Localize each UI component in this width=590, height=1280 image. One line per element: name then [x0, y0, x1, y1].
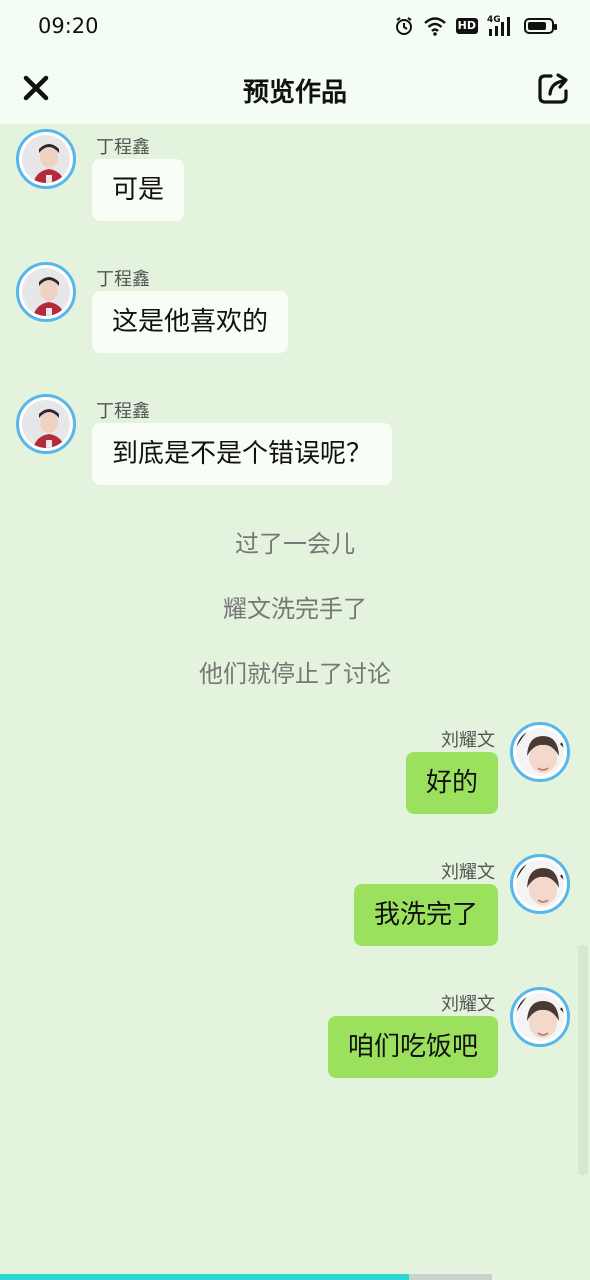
message-bubble[interactable]: 这是他喜欢的 [92, 291, 289, 353]
avatar-liuyaowen[interactable] [510, 854, 570, 914]
status-bar: 09:20 HD 4G [0, 0, 590, 52]
share-button[interactable] [536, 70, 572, 106]
sender-name: 丁程鑫 [96, 269, 150, 290]
avatar-dingchengxin[interactable] [16, 262, 76, 322]
message-bubble[interactable]: 我洗完了 [353, 884, 498, 946]
alarm-icon [395, 17, 412, 35]
avatar-liuyaowen[interactable] [510, 722, 570, 782]
avatar-image [516, 728, 564, 776]
wifi-icon [423, 17, 446, 36]
progress-remaining [409, 1274, 492, 1280]
sender-name: 丁程鑫 [96, 137, 150, 158]
sender-name: 丁程鑫 [96, 401, 150, 422]
narration-text: 耀文洗完手了 [223, 595, 367, 623]
message-bubble[interactable]: 到底是不是个错误呢？ [92, 423, 393, 485]
avatar-image [516, 860, 564, 908]
progress-bar [0, 1272, 590, 1280]
battery-icon [524, 18, 557, 34]
message-bubble[interactable]: 好的 [405, 752, 498, 814]
sender-name: 刘耀文 [441, 730, 495, 751]
avatar-image [22, 268, 70, 316]
status-icons: HD 4G [394, 15, 557, 37]
sender-name: 刘耀文 [441, 994, 495, 1015]
status-time: 09:20 [38, 14, 99, 38]
hd-icon: HD [455, 18, 478, 34]
scrollbar[interactable] [578, 945, 588, 1175]
chat-area[interactable]: 丁程鑫 可是 丁程鑫 这是他喜欢的 丁程鑫 到底是不是个错误呢？ 过了一会儿 耀… [0, 124, 590, 1272]
page-title: 预览作品 [242, 78, 347, 108]
avatar-liuyaowen[interactable] [510, 987, 570, 1047]
message-bubble[interactable]: 可是 [92, 159, 185, 221]
avatar-image [516, 993, 564, 1041]
share-icon [538, 73, 568, 104]
avatar-dingchengxin[interactable] [16, 394, 76, 454]
signal-icon: 4G [487, 15, 515, 37]
top-bar: 预览作品 [0, 52, 590, 124]
sender-name: 刘耀文 [441, 862, 495, 883]
avatar-image [22, 400, 70, 448]
avatar-image [22, 135, 70, 183]
avatar-dingchengxin[interactable] [16, 129, 76, 189]
progress-fill [0, 1274, 409, 1280]
narration-text: 他们就停止了讨论 [199, 660, 391, 688]
message-bubble[interactable]: 咱们吃饭吧 [327, 1016, 498, 1078]
narration-text: 过了一会儿 [235, 530, 355, 558]
